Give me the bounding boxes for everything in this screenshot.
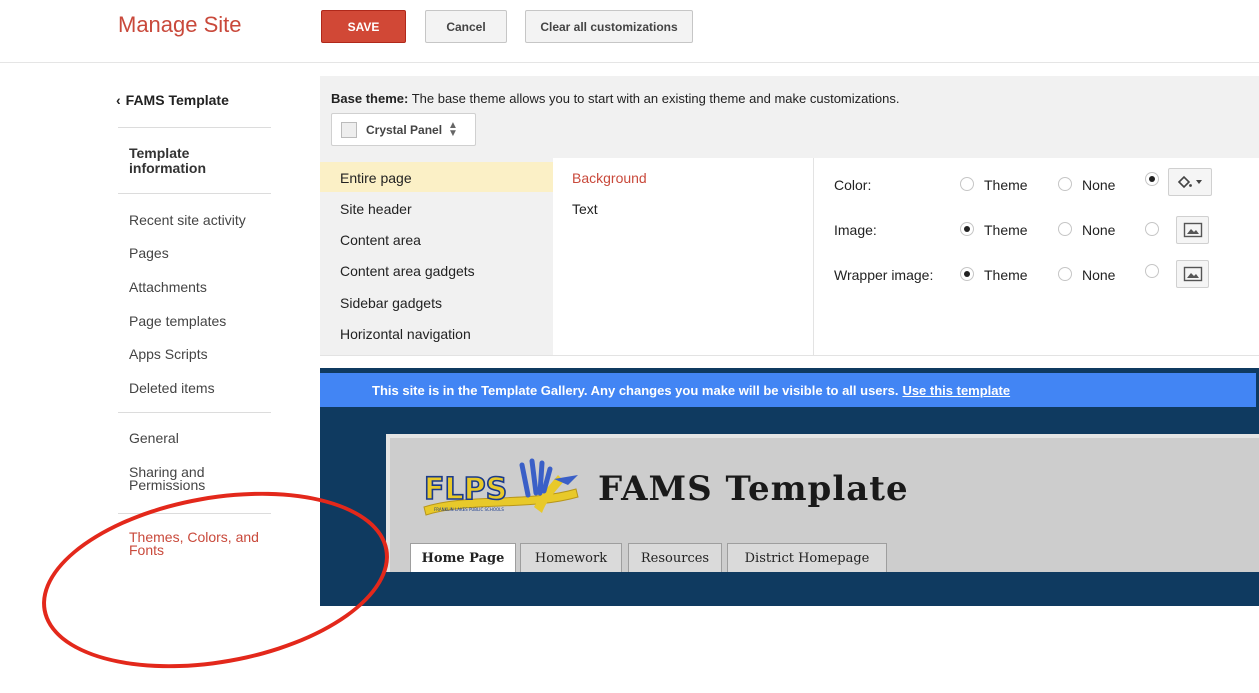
color-custom-radio[interactable] bbox=[1145, 172, 1159, 186]
image-custom-radio[interactable] bbox=[1145, 222, 1159, 236]
wrapper-custom-radio[interactable] bbox=[1145, 264, 1159, 278]
wrapper-image-label: Wrapper image: bbox=[834, 267, 934, 283]
color-theme-radio[interactable] bbox=[960, 177, 974, 191]
image-picker-button[interactable] bbox=[1176, 216, 1209, 244]
save-button[interactable]: SAVE bbox=[321, 10, 406, 43]
sidebar-divider bbox=[118, 412, 271, 413]
base-theme-selected: Crystal Panel bbox=[366, 122, 443, 137]
section-content-area-gadgets[interactable]: Content area gadgets bbox=[340, 263, 475, 279]
subsection-text[interactable]: Text bbox=[572, 201, 598, 217]
section-entire-page[interactable]: Entire page bbox=[340, 170, 412, 186]
wrapper-none-label: None bbox=[1082, 267, 1116, 283]
theme-swatch-icon bbox=[341, 121, 357, 138]
base-theme-select[interactable]: Crystal Panel ▲ ▼ bbox=[331, 113, 476, 146]
preview-tab-resources[interactable]: Resources bbox=[628, 543, 722, 572]
image-icon bbox=[1183, 266, 1202, 282]
sidebar-item-recent-activity[interactable]: Recent site activity bbox=[129, 212, 246, 228]
flps-logo: FLPS FRANKLIN LAKES PUBLIC SCHOOLS bbox=[423, 458, 579, 516]
logo-subtext: FRANKLIN LAKES PUBLIC SCHOOLS bbox=[434, 507, 504, 512]
section-horizontal-navigation[interactable]: Horizontal navigation bbox=[340, 326, 471, 342]
color-none-label: None bbox=[1082, 177, 1116, 193]
header-divider bbox=[0, 62, 1259, 63]
sidebar-item-apps-scripts[interactable]: Apps Scripts bbox=[129, 346, 208, 362]
logo-text: FLPS bbox=[424, 472, 507, 507]
color-label: Color: bbox=[834, 177, 872, 193]
color-theme-label: Theme bbox=[984, 177, 1028, 193]
cancel-button[interactable]: Cancel bbox=[425, 10, 507, 43]
section-site-header[interactable]: Site header bbox=[340, 201, 412, 217]
image-theme-radio[interactable] bbox=[960, 222, 974, 236]
preview-tab-district-homepage[interactable]: District Homepage bbox=[727, 543, 887, 572]
image-none-radio[interactable] bbox=[1058, 222, 1072, 236]
section-content-area[interactable]: Content area bbox=[340, 232, 421, 248]
select-updown-icon: ▲ ▼ bbox=[448, 119, 458, 139]
column-divider bbox=[813, 158, 814, 355]
paint-bucket-icon bbox=[1177, 175, 1202, 189]
panel-bottom-divider bbox=[320, 355, 1259, 356]
wrapper-theme-label: Theme bbox=[984, 267, 1028, 283]
template-gallery-banner: This site is in the Template Gallery. An… bbox=[320, 373, 1256, 407]
color-picker-button[interactable] bbox=[1168, 168, 1212, 196]
subsection-background[interactable]: Background bbox=[572, 170, 647, 186]
sidebar-divider bbox=[118, 127, 271, 128]
sidebar-back-label: FAMS Template bbox=[125, 92, 229, 108]
preview-site-title: FAMS Template bbox=[598, 469, 909, 509]
page-title: Manage Site bbox=[118, 12, 242, 37]
preview-tab-homework[interactable]: Homework bbox=[520, 543, 622, 572]
wrapper-image-picker-button[interactable] bbox=[1176, 260, 1209, 288]
chevron-left-icon: ‹ bbox=[116, 92, 121, 108]
use-template-link[interactable]: Use this template bbox=[902, 383, 1010, 398]
section-sidebar-gadgets[interactable]: Sidebar gadgets bbox=[340, 295, 442, 311]
sidebar-item-sharing[interactable]: Sharing and Permissions bbox=[129, 465, 244, 492]
sidebar-item-deleted-items[interactable]: Deleted items bbox=[129, 380, 215, 396]
image-none-label: None bbox=[1082, 222, 1116, 238]
sidebar-item-page-templates[interactable]: Page templates bbox=[129, 313, 226, 329]
sidebar-item-general[interactable]: General bbox=[129, 430, 179, 446]
sidebar-back-link[interactable]: ‹ FAMS Template bbox=[116, 92, 229, 108]
clear-customizations-button[interactable]: Clear all customizations bbox=[525, 10, 693, 43]
image-theme-label: Theme bbox=[984, 222, 1028, 238]
image-label: Image: bbox=[834, 222, 877, 238]
sidebar-item-pages[interactable]: Pages bbox=[129, 245, 169, 261]
image-icon bbox=[1183, 222, 1202, 238]
sidebar-item-attachments[interactable]: Attachments bbox=[129, 279, 207, 295]
preview-tab-home[interactable]: Home Page bbox=[410, 543, 516, 572]
base-theme-description: Base theme: The base theme allows you to… bbox=[331, 91, 899, 106]
color-none-radio[interactable] bbox=[1058, 177, 1072, 191]
wrapper-none-radio[interactable] bbox=[1058, 267, 1072, 281]
base-theme-label: Base theme: bbox=[331, 91, 409, 106]
sidebar-item-template-information[interactable]: Template information bbox=[129, 146, 249, 176]
sidebar-divider bbox=[118, 193, 271, 194]
banner-text: This site is in the Template Gallery. An… bbox=[372, 382, 899, 398]
base-theme-text: The base theme allows you to start with … bbox=[411, 91, 900, 106]
wrapper-theme-radio[interactable] bbox=[960, 267, 974, 281]
